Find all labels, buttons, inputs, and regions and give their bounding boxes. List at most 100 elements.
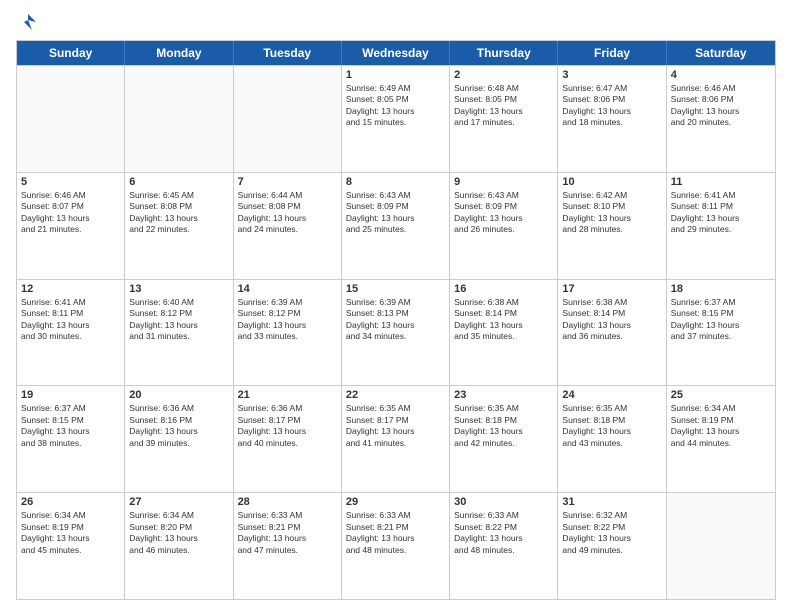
calendar-cell-1-1 xyxy=(17,66,125,172)
calendar-cell-4-5: 23Sunrise: 6:35 AM Sunset: 8:18 PM Dayli… xyxy=(450,386,558,492)
calendar-header-row: SundayMondayTuesdayWednesdayThursdayFrid… xyxy=(17,41,775,65)
day-number: 22 xyxy=(346,389,445,401)
calendar-week-4: 19 Sunrise: 6:37 AM Sunset: 8:15 PM Dayli… xyxy=(17,385,775,492)
calendar-cell-3-5: 16 Sunrise: 6:38 AM Sunset: 8:14 PM Dayli… xyxy=(450,280,558,386)
day-number: 12 xyxy=(21,283,120,295)
calendar-body: 1Sunrise: 6:49 AM Sunset: 8:05 PM Daylig… xyxy=(17,65,775,599)
day-info: Sunrise: 6:43 AM Sunset: 8:09 PM Dayligh… xyxy=(454,190,553,236)
day-number: 17 xyxy=(562,283,661,295)
calendar-header-wednesday: Wednesday xyxy=(342,41,450,65)
logo-bird-icon xyxy=(18,12,38,32)
calendar-week-1: 1Sunrise: 6:49 AM Sunset: 8:05 PM Daylig… xyxy=(17,65,775,172)
day-number: 20 xyxy=(129,389,228,401)
calendar-cell-3-4: 15 Sunrise: 6:39 AM Sunset: 8:13 PM Dayli… xyxy=(342,280,450,386)
calendar-cell-5-1: 26Sunrise: 6:34 AM Sunset: 8:19 PM Dayli… xyxy=(17,493,125,599)
day-info: Sunrise: 6:34 AM Sunset: 8:19 PM Dayligh… xyxy=(671,403,771,449)
calendar-cell-1-3 xyxy=(234,66,342,172)
calendar-week-5: 26Sunrise: 6:34 AM Sunset: 8:19 PM Dayli… xyxy=(17,492,775,599)
day-info: Sunrise: 6:43 AM Sunset: 8:09 PM Dayligh… xyxy=(346,190,445,236)
calendar-header-thursday: Thursday xyxy=(450,41,558,65)
day-info: Sunrise: 6:37 AM Sunset: 8:15 PM Dayligh… xyxy=(671,297,771,343)
calendar-week-3: 12 Sunrise: 6:41 AM Sunset: 8:11 PM Dayli… xyxy=(17,279,775,386)
calendar-cell-5-6: 31 Sunrise: 6:32 AM Sunset: 8:22 PM Dayli… xyxy=(558,493,666,599)
calendar-cell-1-4: 1Sunrise: 6:49 AM Sunset: 8:05 PM Daylig… xyxy=(342,66,450,172)
day-info: Sunrise: 6:38 AM Sunset: 8:14 PM Dayligh… xyxy=(454,297,553,343)
day-number: 13 xyxy=(129,283,228,295)
day-info: Sunrise: 6:39 AM Sunset: 8:13 PM Dayligh… xyxy=(346,297,445,343)
day-number: 16 xyxy=(454,283,553,295)
logo xyxy=(16,12,38,32)
calendar-cell-4-1: 19 Sunrise: 6:37 AM Sunset: 8:15 PM Dayli… xyxy=(17,386,125,492)
day-number: 2 xyxy=(454,69,553,81)
calendar-cell-2-6: 10 Sunrise: 6:42 AM Sunset: 8:10 PM Dayli… xyxy=(558,173,666,279)
day-info: Sunrise: 6:33 AM Sunset: 8:21 PM Dayligh… xyxy=(346,510,445,556)
day-number: 26 xyxy=(21,496,120,508)
calendar-cell-3-2: 13 Sunrise: 6:40 AM Sunset: 8:12 PM Dayli… xyxy=(125,280,233,386)
day-number: 10 xyxy=(562,176,661,188)
calendar-cell-1-6: 3Sunrise: 6:47 AM Sunset: 8:06 PM Daylig… xyxy=(558,66,666,172)
calendar-header-saturday: Saturday xyxy=(667,41,775,65)
day-info: Sunrise: 6:41 AM Sunset: 8:11 PM Dayligh… xyxy=(21,297,120,343)
calendar-cell-1-5: 2 Sunrise: 6:48 AM Sunset: 8:05 PM Daylig… xyxy=(450,66,558,172)
day-info: Sunrise: 6:36 AM Sunset: 8:16 PM Dayligh… xyxy=(129,403,228,449)
day-number: 15 xyxy=(346,283,445,295)
day-info: Sunrise: 6:42 AM Sunset: 8:10 PM Dayligh… xyxy=(562,190,661,236)
calendar-cell-5-3: 28Sunrise: 6:33 AM Sunset: 8:21 PM Dayli… xyxy=(234,493,342,599)
day-number: 21 xyxy=(238,389,337,401)
calendar-cell-2-3: 7 Sunrise: 6:44 AM Sunset: 8:08 PM Daylig… xyxy=(234,173,342,279)
day-number: 19 xyxy=(21,389,120,401)
day-number: 9 xyxy=(454,176,553,188)
day-info: Sunrise: 6:44 AM Sunset: 8:08 PM Dayligh… xyxy=(238,190,337,236)
calendar-header-monday: Monday xyxy=(125,41,233,65)
calendar-cell-3-1: 12 Sunrise: 6:41 AM Sunset: 8:11 PM Dayli… xyxy=(17,280,125,386)
day-info: Sunrise: 6:48 AM Sunset: 8:05 PM Dayligh… xyxy=(454,83,553,129)
day-info: Sunrise: 6:35 AM Sunset: 8:18 PM Dayligh… xyxy=(562,403,661,449)
day-number: 11 xyxy=(671,176,771,188)
calendar-cell-4-2: 20 Sunrise: 6:36 AM Sunset: 8:16 PM Dayli… xyxy=(125,386,233,492)
day-number: 4 xyxy=(671,69,771,81)
day-info: Sunrise: 6:38 AM Sunset: 8:14 PM Dayligh… xyxy=(562,297,661,343)
calendar-cell-2-5: 9 Sunrise: 6:43 AM Sunset: 8:09 PM Daylig… xyxy=(450,173,558,279)
day-number: 29 xyxy=(346,496,445,508)
calendar-week-2: 5Sunrise: 6:46 AM Sunset: 8:07 PM Daylig… xyxy=(17,172,775,279)
calendar-cell-2-2: 6Sunrise: 6:45 AM Sunset: 8:08 PM Daylig… xyxy=(125,173,233,279)
day-number: 18 xyxy=(671,283,771,295)
calendar-cell-1-7: 4 Sunrise: 6:46 AM Sunset: 8:06 PM Daylig… xyxy=(667,66,775,172)
day-info: Sunrise: 6:32 AM Sunset: 8:22 PM Dayligh… xyxy=(562,510,661,556)
day-info: Sunrise: 6:46 AM Sunset: 8:06 PM Dayligh… xyxy=(671,83,771,129)
calendar-cell-4-3: 21 Sunrise: 6:36 AM Sunset: 8:17 PM Dayli… xyxy=(234,386,342,492)
calendar-cell-3-3: 14 Sunrise: 6:39 AM Sunset: 8:12 PM Dayli… xyxy=(234,280,342,386)
calendar-header-friday: Friday xyxy=(558,41,666,65)
day-number: 7 xyxy=(238,176,337,188)
page: SundayMondayTuesdayWednesdayThursdayFrid… xyxy=(0,0,792,612)
calendar-cell-1-2 xyxy=(125,66,233,172)
day-info: Sunrise: 6:46 AM Sunset: 8:07 PM Dayligh… xyxy=(21,190,120,236)
day-number: 24 xyxy=(562,389,661,401)
calendar-cell-2-4: 8 Sunrise: 6:43 AM Sunset: 8:09 PM Daylig… xyxy=(342,173,450,279)
calendar-cell-2-1: 5Sunrise: 6:46 AM Sunset: 8:07 PM Daylig… xyxy=(17,173,125,279)
day-info: Sunrise: 6:40 AM Sunset: 8:12 PM Dayligh… xyxy=(129,297,228,343)
day-info: Sunrise: 6:35 AM Sunset: 8:17 PM Dayligh… xyxy=(346,403,445,449)
day-info: Sunrise: 6:35 AM Sunset: 8:18 PM Dayligh… xyxy=(454,403,553,449)
calendar-cell-4-6: 24 Sunrise: 6:35 AM Sunset: 8:18 PM Dayli… xyxy=(558,386,666,492)
day-info: Sunrise: 6:36 AM Sunset: 8:17 PM Dayligh… xyxy=(238,403,337,449)
calendar-cell-4-4: 22 Sunrise: 6:35 AM Sunset: 8:17 PM Dayli… xyxy=(342,386,450,492)
day-info: Sunrise: 6:39 AM Sunset: 8:12 PM Dayligh… xyxy=(238,297,337,343)
day-info: Sunrise: 6:45 AM Sunset: 8:08 PM Dayligh… xyxy=(129,190,228,236)
header xyxy=(16,12,776,32)
day-number: 3 xyxy=(562,69,661,81)
day-number: 30 xyxy=(454,496,553,508)
day-number: 28 xyxy=(238,496,337,508)
calendar-cell-2-7: 11 Sunrise: 6:41 AM Sunset: 8:11 PM Dayli… xyxy=(667,173,775,279)
day-info: Sunrise: 6:41 AM Sunset: 8:11 PM Dayligh… xyxy=(671,190,771,236)
day-number: 25 xyxy=(671,389,771,401)
calendar-cell-5-4: 29 Sunrise: 6:33 AM Sunset: 8:21 PM Dayli… xyxy=(342,493,450,599)
calendar-header-sunday: Sunday xyxy=(17,41,125,65)
calendar: SundayMondayTuesdayWednesdayThursdayFrid… xyxy=(16,40,776,600)
day-number: 31 xyxy=(562,496,661,508)
day-number: 14 xyxy=(238,283,337,295)
calendar-cell-3-7: 18 Sunrise: 6:37 AM Sunset: 8:15 PM Dayli… xyxy=(667,280,775,386)
day-number: 8 xyxy=(346,176,445,188)
day-info: Sunrise: 6:37 AM Sunset: 8:15 PM Dayligh… xyxy=(21,403,120,449)
day-number: 1 xyxy=(346,69,445,81)
